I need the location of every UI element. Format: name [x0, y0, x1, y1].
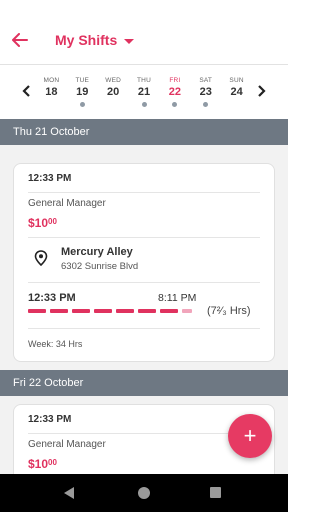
nav-home-icon[interactable] — [138, 487, 150, 499]
pay-dollars: $10 — [28, 216, 49, 230]
pay-cents: 00 — [48, 217, 57, 226]
shift-pay: $1000 — [28, 216, 57, 230]
nav-back-icon[interactable] — [64, 487, 74, 499]
shift-role: General Manager — [28, 439, 106, 450]
progress-segment — [28, 309, 46, 313]
nav-recent-apps-icon[interactable] — [210, 487, 221, 498]
shift-indicator-dot — [141, 102, 147, 107]
shift-indicator-dot — [79, 102, 85, 107]
progress-segment — [138, 309, 156, 313]
divider — [28, 192, 260, 193]
divider — [28, 328, 260, 329]
progress-segment — [116, 309, 134, 313]
day-number: 22 — [168, 86, 181, 98]
day-name: SUN — [229, 77, 244, 84]
day-number: 19 — [76, 86, 89, 98]
shift-start-time-large: 12:33 PM — [28, 292, 76, 304]
shift-start-time: 12:33 PM — [28, 173, 72, 184]
progress-segment — [50, 309, 68, 313]
system-navigation-bar — [0, 474, 288, 512]
shift-start-time: 12:33 PM — [28, 414, 72, 425]
day-tue[interactable]: TUE 19 — [67, 77, 98, 107]
day-name: THU — [137, 77, 151, 84]
day-name: MON — [43, 77, 60, 84]
date-section-header: Thu 21 October — [0, 119, 288, 145]
day-number: 18 — [45, 86, 58, 98]
shift-hours: (7²⁄₃ Hrs) — [207, 305, 251, 317]
shift-end-time: 8:11 PM — [158, 292, 197, 304]
divider — [28, 433, 260, 434]
shift-progress-bar — [28, 309, 196, 313]
location-pin-icon — [34, 250, 48, 267]
day-fri[interactable]: FRI 22 — [159, 77, 190, 107]
back-arrow-icon[interactable] — [10, 30, 30, 50]
previous-week-icon[interactable] — [20, 83, 32, 99]
day-number: 20 — [107, 86, 120, 98]
location-name: Mercury Alley — [61, 246, 133, 258]
location-address: 6302 Sunrise Blvd — [61, 261, 139, 272]
day-thu[interactable]: THU 21 — [129, 77, 160, 107]
day-sun[interactable]: SUN 24 — [221, 77, 252, 107]
day-number: 21 — [137, 86, 151, 98]
app-header: My Shifts — [0, 0, 288, 64]
day-sat[interactable]: SAT 23 — [190, 77, 221, 107]
week-days: MON 18 TUE 19 WED 20 THU 21 FRI 22 SAT 2… — [36, 77, 252, 107]
progress-segment — [72, 309, 90, 313]
day-number: 24 — [230, 86, 243, 98]
page-title: My Shifts — [55, 32, 118, 48]
divider — [28, 282, 260, 283]
progress-segment — [182, 309, 192, 313]
day-name: SAT — [199, 77, 213, 84]
day-wed[interactable]: WED 20 — [98, 77, 129, 107]
week-selector: MON 18 TUE 19 WED 20 THU 21 FRI 22 SAT 2… — [0, 64, 288, 119]
chevron-down-icon — [124, 38, 135, 44]
week-total-hours: Week: 34 Hrs — [28, 339, 83, 349]
day-name: TUE — [75, 77, 90, 84]
shift-indicator-dot — [203, 102, 209, 107]
shift-role: General Manager — [28, 198, 106, 209]
progress-segment — [94, 309, 112, 313]
day-name: WED — [105, 77, 122, 84]
pay-dollars: $10 — [28, 457, 49, 471]
shift-indicator-dot — [172, 102, 178, 107]
day-number: 23 — [199, 86, 212, 98]
shift-card[interactable]: 12:33 PM General Manager $1000 Mercury A… — [13, 163, 275, 362]
next-week-icon[interactable] — [256, 83, 268, 99]
pay-cents: 00 — [48, 458, 57, 467]
day-mon[interactable]: MON 18 — [36, 77, 67, 107]
date-section-header: Fri 22 October — [0, 370, 288, 396]
plus-icon: + — [243, 423, 257, 448]
progress-segment — [160, 309, 178, 313]
day-name: FRI — [169, 77, 181, 84]
divider — [28, 237, 260, 238]
shift-pay: $1000 — [28, 457, 57, 471]
add-shift-button[interactable]: + — [228, 414, 272, 458]
shift-view-dropdown[interactable]: My Shifts — [55, 32, 135, 48]
